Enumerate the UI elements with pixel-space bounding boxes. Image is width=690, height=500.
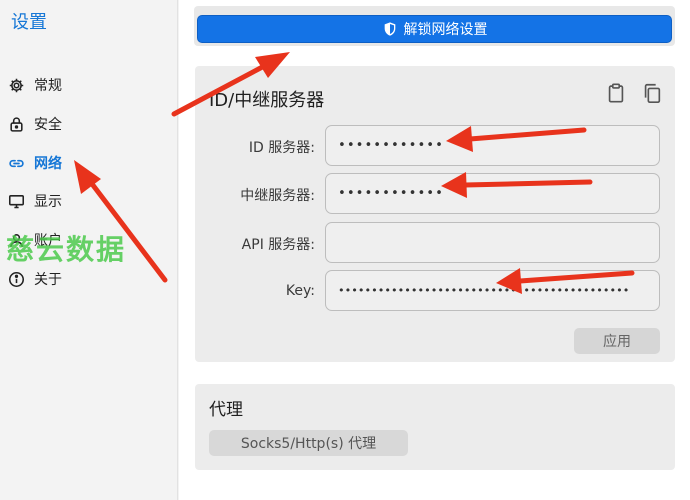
card-toolbar [605,82,663,104]
unlock-button-label: 解锁网络设置 [403,22,488,38]
relay-server-label: 中继服务器: [240,188,315,204]
unlock-section: 解锁网络设置 [194,6,675,46]
api-server-label: API 服务器: [241,237,315,253]
clipboard-icon[interactable] [605,82,627,104]
proxy-card: 代理 Socks5/Http(s) 代理 [195,384,675,470]
id-server-label: ID 服务器: [248,140,315,156]
sidebar-item-label: 账户 [34,233,62,249]
sidebar: 设置 常规 安全 网络 显示 账户 关于 [0,0,178,500]
sidebar-item-display[interactable]: 显示 [8,188,62,214]
key-label: Key: [285,283,315,299]
sidebar-item-label: 安全 [34,117,62,133]
server-settings-card: ID/中继服务器 ID 服务器: •••••••••••• 中继服务器: •••… [195,66,675,362]
api-server-input[interactable] [325,222,660,263]
sidebar-item-general[interactable]: 常规 [8,72,62,98]
main-panel: 解锁网络设置 ID/中继服务器 ID 服务器: •••••••••••• 中继服… [179,0,690,500]
id-server-input[interactable]: •••••••••••• [325,125,660,166]
relay-server-input[interactable]: •••••••••••• [325,173,660,214]
apply-button[interactable]: 应用 [574,328,660,354]
sidebar-item-network[interactable]: 网络 [8,150,62,176]
info-icon [8,271,25,288]
copy-icon[interactable] [641,82,663,104]
gear-icon [8,77,25,94]
monitor-icon [8,193,25,210]
server-card-title: ID/中继服务器 [209,90,325,111]
user-icon [8,232,25,249]
shield-icon [382,21,398,37]
sidebar-item-label: 网络 [34,156,62,172]
lock-icon [8,116,25,133]
key-input[interactable]: ••••••••••••••••••••••••••••••••••••••••… [325,270,660,311]
sidebar-item-label: 关于 [34,272,62,288]
sidebar-item-account[interactable]: 账户 [8,227,62,253]
sidebar-item-label: 显示 [34,194,62,210]
link-icon [8,155,25,172]
sidebar-item-label: 常规 [34,78,62,94]
sidebar-item-about[interactable]: 关于 [8,266,62,292]
sidebar-item-security[interactable]: 安全 [8,111,62,137]
unlock-network-settings-button[interactable]: 解锁网络设置 [197,15,672,43]
sidebar-title: 设置 [11,12,47,33]
socks5-proxy-button[interactable]: Socks5/Http(s) 代理 [209,430,408,456]
proxy-card-title: 代理 [209,400,243,420]
